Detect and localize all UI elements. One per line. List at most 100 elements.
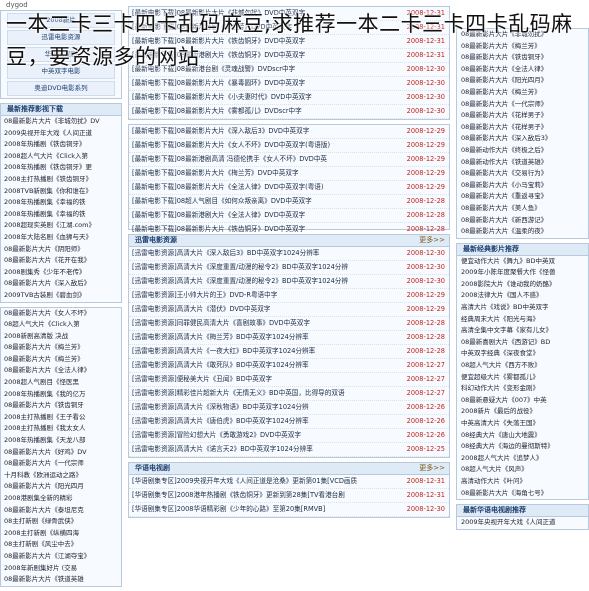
list-item[interactable]: 便宜超级大片《雾都孤儿》 bbox=[457, 372, 588, 384]
list-item[interactable]: 08最新影片大片《深入敌后3》 bbox=[457, 133, 588, 145]
table-row[interactable]: [迅雷电影资源]高清大片《深入敌后3》BD中英双字1024分辨率 2008-12-… bbox=[129, 247, 449, 261]
list-item[interactable]: 08最新影片大片《花样男子》 bbox=[457, 122, 588, 134]
list-item[interactable]: 2008法律大片《国人不惑》 bbox=[457, 290, 588, 302]
row-title-link[interactable]: [迅雷电影资源]王小帅大片的王》DVD-R粤语中字 bbox=[129, 289, 401, 302]
list-item[interactable]: 2008超现实英剧《江湖.com》 bbox=[1, 220, 121, 232]
list-item[interactable]: 2008年热播剧集《幸福的铁 bbox=[1, 209, 121, 221]
list-item[interactable]: 2008主打新剧《纵横四海 bbox=[1, 528, 121, 540]
row-title-link[interactable]: [迅雷电影资源]便秘美大片《丑闻》BD中英双字 bbox=[129, 373, 401, 386]
row-title-link[interactable]: [迅雷电影资源]高清大片《敢死队》BD中英双字1024分辨率 bbox=[129, 359, 401, 372]
list-item[interactable]: 08最新影片大片《阳光四月 bbox=[1, 481, 121, 493]
list-item[interactable]: 08最新影片大片《温柔的夜》 bbox=[457, 226, 588, 238]
list-item[interactable]: 2008主打热播剧《铁齿铜牙》 bbox=[1, 174, 121, 186]
row-title-link[interactable]: [迅雷电影资源]冒险幻想大片《勇敢游戏2》DVD中英双字 bbox=[129, 429, 401, 442]
table-row[interactable]: [华语剧集专区]2008华语精彩剧《少年的心路》至第20集[RMVB] 2008-… bbox=[129, 503, 449, 517]
list-item[interactable]: 08最新影片大片《全法人律》 bbox=[1, 365, 121, 377]
list-item[interactable]: 中英双字经典《深夜食堂》 bbox=[457, 348, 588, 360]
list-item[interactable]: 中英高清大片《失落王国》 bbox=[457, 418, 588, 430]
list-item[interactable]: 2008TVB新剧集《你和谁在》 bbox=[1, 186, 121, 198]
list-item[interactable]: 2008年热播剧集《幸福的铁 bbox=[1, 197, 121, 209]
table-row[interactable]: [华语剧集专区]2008港年热播剧《铁齿铜牙》更新到第28集[TV看港台剧 200… bbox=[129, 489, 449, 503]
table-row[interactable]: [迅雷电影资源]冒险幻想大片《勇敢游戏2》DVD中英双字 2008-12-26 bbox=[129, 429, 449, 443]
table-row[interactable]: [迅雷电影资源]高清大片《梅兰芳》BD中英双字1024分辨率 2008-12-28 bbox=[129, 331, 449, 345]
row-title-link[interactable]: [最新电影下载]08超人气剧目《如何众叛亲离》DVD中英双字 bbox=[129, 195, 401, 208]
table-row[interactable]: [最新电影下载]08最新影片大片《女人不坏》DVD中英双字(粤语版) 2008-1… bbox=[129, 139, 449, 153]
row-title-link[interactable]: [华语剧集专区]2009央视开年大戏《人间正道是沧桑》更新第01集[VCD画质 bbox=[129, 475, 401, 488]
row-title-link[interactable]: [迅雷电影资源]高清大片《深秋物语》BD中英双字1024分辨 bbox=[129, 401, 401, 414]
table-row[interactable]: [迅雷电影资源]高清大片《深度重置/动漫的秘令2》BD中英双字1024分辨 200… bbox=[129, 261, 449, 275]
list-item[interactable]: 科幻动作大片《变形金刚》 bbox=[457, 383, 588, 395]
list-item[interactable]: 2008年热播剧集《我的亿万 bbox=[1, 389, 121, 401]
row-title-link[interactable]: [迅雷电影资源]高清大片《深度重置/动漫的秘令2》BD中英双字1024分辨 bbox=[129, 261, 401, 274]
row-title-link[interactable]: [华语剧集专区]2008华语精彩剧《少年的心路》至第20集[RMVB] bbox=[129, 503, 401, 516]
list-item[interactable]: 08最新影片大片《非城勿扰》DV bbox=[1, 116, 121, 128]
list-item[interactable]: 2008主打热播剧《我太女人 bbox=[1, 423, 121, 435]
list-item[interactable]: 2008超人气大片《Click入第 bbox=[1, 151, 121, 163]
list-item[interactable]: 08最新动作大片《终极之后》 bbox=[457, 145, 588, 157]
list-item[interactable]: 高清大片《戏说》BD中英双字 bbox=[457, 302, 588, 314]
table-row[interactable]: [华语剧集专区]2009央视开年大戏《人间正道是沧桑》更新第01集[VCD画质 2… bbox=[129, 475, 449, 489]
tv-more-link[interactable]: 更多>> bbox=[419, 463, 445, 474]
list-item[interactable]: 08最新影片大片《铁道英雄 bbox=[1, 574, 121, 586]
list-item[interactable]: 08主打新剧《绿骨武侠》 bbox=[1, 516, 121, 528]
list-item[interactable]: 08最新悬疑大片《007》中英 bbox=[457, 395, 588, 407]
table-row[interactable]: [最新电影下载]08超人气剧目《如何众叛亲离》DVD中英双字 2008-12-28 bbox=[129, 195, 449, 209]
row-title-link[interactable]: [最新电影下载]08最新港剧高清 冯德伦携手《女人不坏》DVD中英 bbox=[129, 153, 401, 166]
xunlei-more-link[interactable]: 更多>> bbox=[419, 235, 445, 246]
table-row[interactable]: [迅雷电影资源]便秘美大片《丑闻》BD中英双字 2008-12-27 bbox=[129, 373, 449, 387]
list-item[interactable]: 08超人气大片《西方不败》 bbox=[457, 360, 588, 372]
list-item[interactable]: 08最新影片大片《一代宗师 bbox=[1, 458, 121, 470]
table-row[interactable]: [迅雷电影资源]高清大片《敢死队》BD中英双字1024分辨率 2008-12-27 bbox=[129, 359, 449, 373]
row-title-link[interactable]: [最新电影下载]08最新影片大片《深入敌后3》DVD中英双字 bbox=[129, 125, 401, 138]
list-item[interactable]: 08最新影片大片《海角七号》 bbox=[457, 488, 588, 500]
list-item[interactable]: 08最新影片大片《江湖夺宝》 bbox=[1, 551, 121, 563]
list-item[interactable]: 08主打新剧《风尘中去》 bbox=[1, 539, 121, 551]
list-item[interactable]: 08最新影片大片《梅兰芳》 bbox=[1, 342, 121, 354]
table-row[interactable]: [迅雷电影资源]高清大片《唐伯虎》BD中英双字1024分辨率 2008-12-26 bbox=[129, 415, 449, 429]
table-row[interactable]: [最新电影下载]08最新影片大片《梅兰芳》DVD中英双字 2008-12-29 bbox=[129, 167, 449, 181]
list-item[interactable]: 08最新影片大片《梅兰芳》 bbox=[457, 87, 588, 99]
list-item[interactable]: 2008年热播剧集《天龙八部 bbox=[1, 435, 121, 447]
row-title-link[interactable]: [最新电影下载]08最新影片大片《暴毒圆环》DVD中英双字 bbox=[129, 77, 401, 90]
list-item[interactable]: 08最新影片大片《深入敌后》 bbox=[1, 278, 121, 290]
list-item[interactable]: 08最新影片大片《梅兰芳》 bbox=[1, 354, 121, 366]
row-title-link[interactable]: [迅雷电影资源]同罪健民高清大片《喜剧故事》DVD中英双字 bbox=[129, 317, 401, 330]
list-item[interactable]: 2008年热播剧《铁齿铜牙》 bbox=[1, 139, 121, 151]
list-item[interactable]: 经典周末大片《阳光与海》 bbox=[457, 314, 588, 326]
row-title-link[interactable]: [最新电影下载]08最新影片大片《小夫妻时代》DVD中英双字 bbox=[129, 91, 401, 104]
list-item[interactable]: 2009年央视开年大戏《人间正道 bbox=[457, 517, 588, 529]
list-item[interactable]: 08最新影片大片《女人不坏》 bbox=[1, 308, 121, 320]
table-row[interactable]: [迅雷电影资源]高清大片《诺言天2》BD中英双字1024分辨率 2008-12-2… bbox=[129, 443, 449, 457]
table-row[interactable]: [迅雷电影资源]王小帅大片的王》DVD-R粤语中字 2008-12-29 bbox=[129, 289, 449, 303]
table-row[interactable]: [最新电影下载]08最新港剧高清 冯德伦携手《女人不坏》DVD中英 2008-12… bbox=[129, 153, 449, 167]
list-item[interactable]: 高清全集中文字幕《家有儿女》 bbox=[457, 325, 588, 337]
row-title-link[interactable]: [最新电影下载]08最新影片大片《雾都孤儿》DVDscr中字 bbox=[129, 105, 401, 118]
table-row[interactable]: [迅雷电影资源]同罪健民高清大片《喜剧故事》DVD中英双字 2008-12-28 bbox=[129, 317, 449, 331]
list-item[interactable]: 2008港剧集全新的精彩 bbox=[1, 493, 121, 505]
list-item[interactable]: 08最新影片大片《新西游记》 bbox=[457, 215, 588, 227]
row-title-link[interactable]: [迅雷电影资源]高清大片《一夜大红》BD中英双字1024分辨率 bbox=[129, 345, 401, 358]
table-row[interactable]: [迅雷电影资源]高清大片《深秋物语》BD中英双字1024分辨 2008-12-26 bbox=[129, 401, 449, 415]
list-item[interactable]: 十月科教《欧洲运动之路》 bbox=[1, 470, 121, 482]
table-row[interactable]: [迅雷电影资源]精彩佳片超新大片《无情无义》BD中英国，比得导的双语 2008-1… bbox=[129, 387, 449, 401]
table-row[interactable]: [最新电影下载]08最新影片大片《小夫妻时代》DVD中英双字 2008-12-30 bbox=[129, 91, 449, 105]
table-row[interactable]: [最新电影下载]08最新影片大片《雾都孤儿》DVDscr中字 2008-12-30 bbox=[129, 105, 449, 119]
list-item[interactable]: 2008新剧高清版 决战 bbox=[1, 331, 121, 343]
list-item[interactable]: 2008主打热播剧《王子看公 bbox=[1, 412, 121, 424]
list-item[interactable]: 08经典大片《唐山大地震》 bbox=[457, 430, 588, 442]
row-title-link[interactable]: [迅雷电影资源]高清大片《深入敌后3》BD中英双字1024分辨率 bbox=[129, 247, 401, 260]
table-row[interactable]: [迅雷电影资源]高清大片《潜伏》DVD中英双字 2008-12-29 bbox=[129, 303, 449, 317]
list-item[interactable]: 08最新动作大片《铁道英雄》 bbox=[457, 157, 588, 169]
table-row[interactable]: [最新电影下载]08最新影片大片《暴毒圆环》DVD中英双字 2008-12-30 bbox=[129, 77, 449, 91]
row-title-link[interactable]: [最新电影下载]08最新影片大片《全法人律》DVD中英双字(粤语) bbox=[129, 181, 401, 194]
list-item[interactable]: 08最新影片大片《一代宗师》 bbox=[457, 99, 588, 111]
list-item[interactable]: 08最新影片大片《交易行为》 bbox=[457, 168, 588, 180]
table-row[interactable]: [迅雷电影资源]高清大片《深度重置/动漫的秘令2》BD中英双字1024分辨 200… bbox=[129, 275, 449, 289]
list-item[interactable]: 08最新影片大片《花样男子》 bbox=[457, 110, 588, 122]
list-item[interactable]: 08超人气大片《Click入第 bbox=[1, 319, 121, 331]
row-title-link[interactable]: [迅雷电影资源]高清大片《梅兰芳》BD中英双字1024分辨率 bbox=[129, 331, 401, 344]
nav-item[interactable]: 奥迪DVD电影系列 bbox=[7, 81, 115, 96]
list-item[interactable]: 08最新影片大片《阳光四月》 bbox=[457, 75, 588, 87]
list-item[interactable]: 2008年热播剧《铁齿铜牙》更 bbox=[1, 162, 121, 174]
list-item[interactable]: 08经典大片《海边的曼彻斯特》 bbox=[457, 441, 588, 453]
